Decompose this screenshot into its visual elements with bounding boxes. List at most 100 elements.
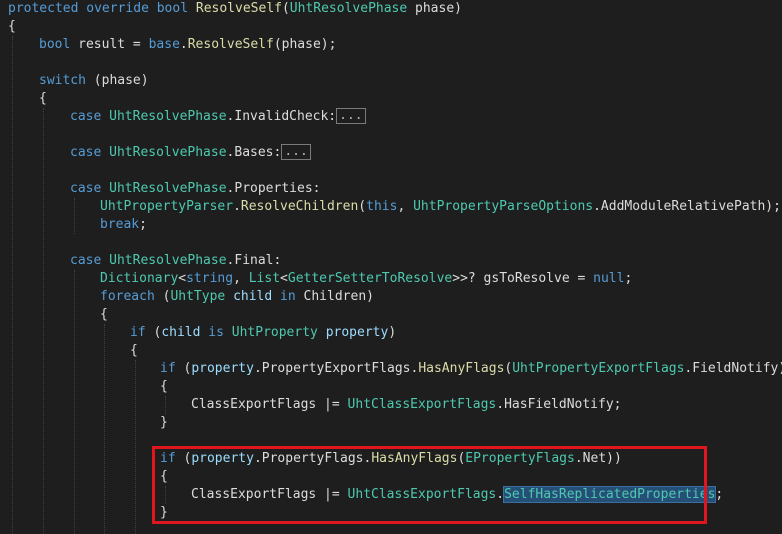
code-token: (phase); <box>273 37 337 52</box>
code-token: bool <box>156 1 189 16</box>
code-token: Children) <box>295 289 374 304</box>
code-token: string <box>186 271 234 286</box>
collapsed-region-button[interactable]: ... <box>281 144 311 160</box>
code-token: UhtClassExportFlags <box>347 487 497 502</box>
code-token: ClassExportFlags |= <box>191 397 348 412</box>
indent-guide <box>135 360 136 534</box>
code-line[interactable]: Dictionary<string, List<GetterSetterToRe… <box>100 270 632 288</box>
code-token: .Properties: <box>226 181 321 196</box>
code-line[interactable]: if (property.PropertyFlags.HasAnyFlags(E… <box>160 450 622 468</box>
code-token: UhtProperty <box>231 325 318 340</box>
collapsed-region-button[interactable]: ... <box>336 108 366 124</box>
indent-guide <box>165 396 166 414</box>
code-token: UhtPropertyParser <box>100 199 234 214</box>
code-token: ) <box>388 325 397 340</box>
code-token: < <box>178 271 187 286</box>
code-token: base <box>148 37 180 52</box>
code-line[interactable]: ClassExportFlags |= UhtClassExportFlags.… <box>191 396 622 414</box>
code-line[interactable]: { <box>160 378 168 396</box>
code-token: { <box>39 91 47 106</box>
code-line[interactable]: { <box>130 342 138 360</box>
code-token: case <box>70 253 102 268</box>
code-token: .Net)) <box>574 451 622 466</box>
code-token: is <box>208 325 224 340</box>
code-token: GetterSetterToResolve <box>287 271 453 286</box>
code-line[interactable]: { <box>100 306 108 324</box>
code-token: Dictionary <box>100 271 179 286</box>
code-token: .AddModuleRelativePath); <box>593 199 781 214</box>
code-token: ( <box>145 325 162 340</box>
code-line[interactable]: if (property.PropertyExportFlags.HasAnyF… <box>160 360 782 378</box>
code-token: if <box>160 361 176 376</box>
code-line[interactable]: { <box>160 468 168 486</box>
code-token: ResolveSelf <box>187 37 274 52</box>
code-line[interactable]: case UhtResolvePhase.Bases:... <box>70 144 311 162</box>
code-line[interactable]: switch (phase) <box>39 72 149 90</box>
code-token: { <box>8 19 16 34</box>
code-token: } <box>160 505 168 520</box>
code-token: property <box>191 451 254 466</box>
code-token: { <box>160 379 168 394</box>
code-token: ClassExportFlags |= <box>191 487 348 502</box>
code-editor[interactable]: protected override bool ResolveSelf(UhtR… <box>0 0 782 534</box>
code-token: switch <box>39 73 86 88</box>
code-token: >>? gsToResolve = <box>452 271 594 286</box>
code-token: .Final: <box>226 253 282 268</box>
code-token: ( <box>175 361 192 376</box>
code-token: List <box>248 271 281 286</box>
code-token: if <box>130 325 146 340</box>
code-token: .PropertyFlags. <box>253 451 372 466</box>
code-token: , <box>233 271 249 286</box>
code-token: .InvalidCheck: <box>226 109 337 124</box>
code-token: ; <box>715 487 724 502</box>
code-token: UhtPropertyExportFlags <box>512 361 685 376</box>
code-token: case <box>70 109 102 124</box>
code-token: .HasFieldNotify; <box>496 397 622 412</box>
code-token: . <box>496 487 505 502</box>
code-line[interactable]: case UhtResolvePhase.Properties: <box>70 180 320 198</box>
code-token: child <box>233 289 273 304</box>
code-line[interactable]: protected override bool ResolveSelf(UhtR… <box>8 0 462 18</box>
code-line[interactable]: case UhtResolvePhase.Final: <box>70 252 281 270</box>
code-token: UhtPropertyParseOptions <box>413 199 594 214</box>
code-token: ; <box>139 217 147 232</box>
code-token: this <box>366 199 398 214</box>
code-line[interactable]: { <box>8 18 16 36</box>
code-token: ( <box>281 1 290 16</box>
code-line[interactable]: if (child is UhtProperty property) <box>130 324 396 342</box>
code-token: ( <box>154 289 171 304</box>
indent-guide <box>12 36 13 534</box>
code-token: bool <box>39 37 71 52</box>
code-line[interactable]: case UhtResolvePhase.InvalidCheck:... <box>70 108 366 126</box>
code-line[interactable]: } <box>160 414 168 432</box>
code-token: child <box>161 325 201 340</box>
code-token: foreach <box>100 289 155 304</box>
code-token: property <box>325 325 389 340</box>
indent-guide <box>165 486 166 504</box>
code-token: UhtClassExportFlags <box>347 397 497 412</box>
code-token: } <box>160 415 168 430</box>
code-token: null <box>593 271 625 286</box>
code-token: UhtResolvePhase <box>109 253 227 268</box>
code-token: .FieldNotify)) <box>684 361 782 376</box>
code-token: .Bases: <box>226 145 282 160</box>
code-line[interactable]: ClassExportFlags |= UhtClassExportFlags.… <box>191 486 723 504</box>
code-token: case <box>70 181 102 196</box>
code-token: { <box>160 469 168 484</box>
code-line[interactable]: UhtPropertyParser.ResolveChildren(this, … <box>100 198 781 216</box>
code-token: property <box>191 361 254 376</box>
code-line[interactable]: foreach (UhtType child in Children) <box>100 288 374 306</box>
selected-token[interactable]: SelfHasReplicatedProperties <box>503 486 717 503</box>
code-line[interactable]: bool result = base.ResolveSelf(phase); <box>39 36 336 54</box>
code-line[interactable]: break; <box>100 216 147 234</box>
code-line[interactable]: } <box>160 504 168 522</box>
code-token: < <box>280 271 288 286</box>
code-line[interactable]: { <box>39 90 47 108</box>
indent-guide <box>74 198 75 234</box>
